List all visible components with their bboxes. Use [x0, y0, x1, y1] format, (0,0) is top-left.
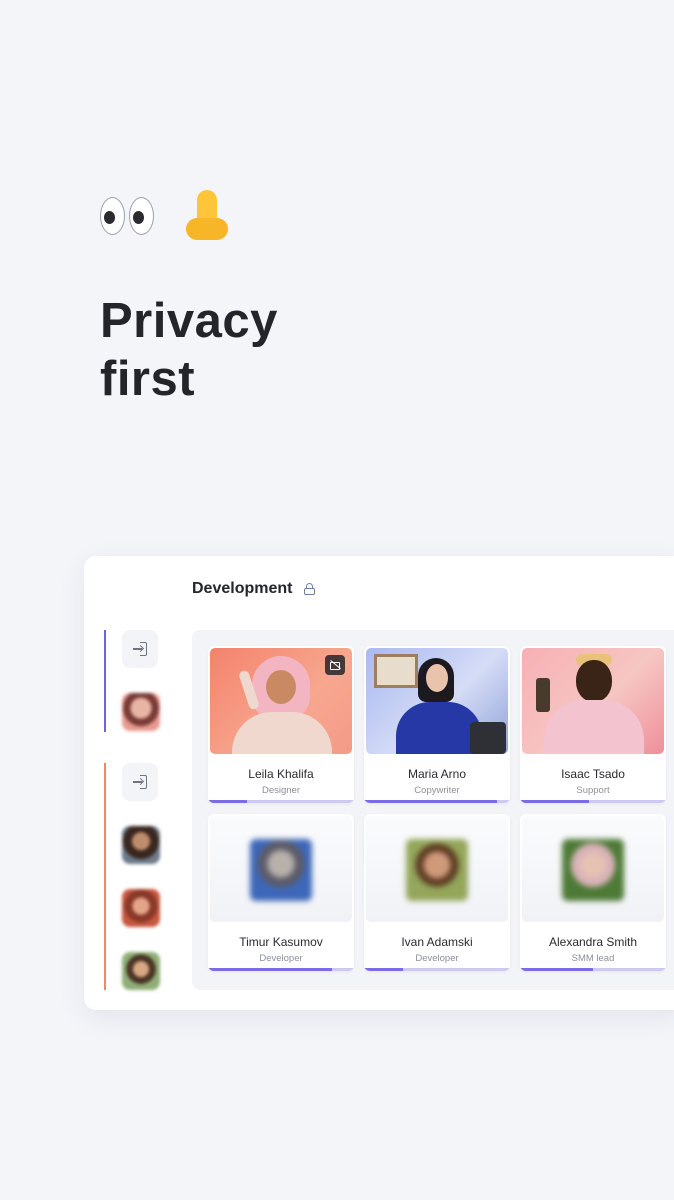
participant-card[interactable]: Maria Arno Copywriter — [364, 646, 510, 803]
participant-name: Ivan Adamski — [401, 935, 473, 949]
participant-name: Alexandra Smith — [548, 935, 638, 949]
room-title: Development — [192, 580, 293, 597]
room-panel: Development Leila Khalifa Designer Maria… — [84, 556, 674, 1010]
participant-name: Isaac Tsado — [561, 767, 625, 781]
progress-bar — [520, 800, 666, 803]
group-rail-purple — [104, 630, 106, 732]
participant-role: Copywriter — [414, 785, 460, 796]
progress-bar — [208, 968, 354, 971]
nose-icon — [184, 190, 230, 242]
page-title: Privacy first — [100, 292, 278, 408]
participant-role: Developer — [259, 953, 303, 964]
avatar-tile — [210, 816, 352, 922]
participant-name: Maria Arno — [407, 767, 467, 781]
camera-off-icon — [325, 655, 345, 675]
eyes-icon — [100, 197, 154, 235]
avatar-tile — [366, 816, 508, 922]
avatar-tile — [522, 816, 664, 922]
progress-bar — [364, 800, 510, 803]
video-tile — [366, 648, 508, 754]
avatar[interactable] — [122, 693, 160, 731]
progress-bar — [520, 968, 666, 971]
title-line-1: Privacy — [100, 294, 278, 348]
video-tile — [210, 648, 352, 754]
title-line-2: first — [100, 352, 196, 406]
join-room-button[interactable] — [122, 763, 158, 801]
room-header: Development — [192, 580, 316, 598]
enter-icon — [133, 775, 147, 789]
progress-bar — [364, 968, 510, 971]
participant-role: Developer — [415, 953, 459, 964]
avatar — [562, 839, 624, 901]
participant-card[interactable]: Timur Kasumov Developer — [208, 814, 354, 971]
avatar[interactable] — [122, 826, 160, 864]
avatar[interactable] — [122, 952, 160, 990]
participant-card[interactable]: Leila Khalifa Designer — [208, 646, 354, 803]
progress-bar — [208, 800, 354, 803]
avatar[interactable] — [122, 889, 160, 927]
participants-grid: Leila Khalifa Designer Maria Arno Copywr… — [192, 630, 674, 990]
lock-open-icon[interactable] — [304, 583, 316, 595]
enter-icon — [133, 642, 147, 656]
video-tile — [522, 648, 664, 754]
participant-role: Designer — [261, 785, 301, 796]
participant-card[interactable]: Alexandra Smith SMM lead — [520, 814, 666, 971]
emoji-row — [100, 190, 230, 242]
participant-card[interactable]: Ivan Adamski Developer — [364, 814, 510, 971]
join-room-button[interactable] — [122, 630, 158, 668]
participant-role: SMM lead — [571, 953, 615, 964]
group-rail-orange — [104, 763, 106, 990]
participant-card[interactable]: Isaac Tsado Support — [520, 646, 666, 803]
participant-name: Leila Khalifa — [248, 767, 314, 781]
participant-name: Timur Kasumov — [239, 935, 323, 949]
participant-role: Support — [576, 785, 610, 796]
avatar — [250, 839, 312, 901]
avatar — [406, 839, 468, 901]
